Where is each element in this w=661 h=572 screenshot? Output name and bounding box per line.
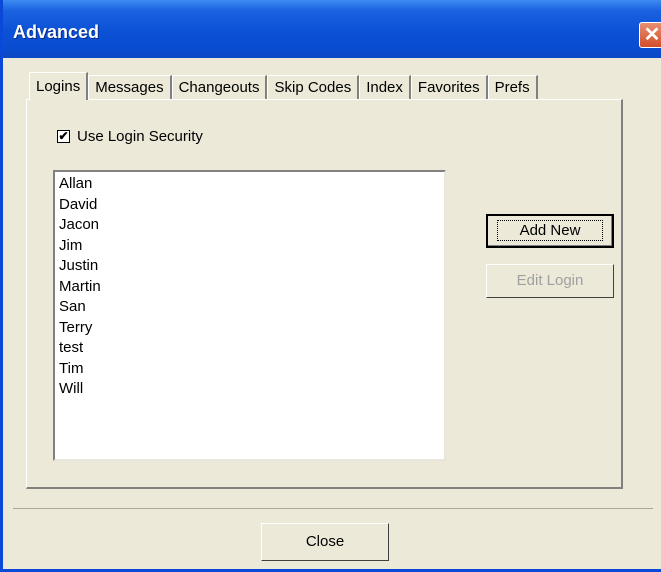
logins-panel: ✔ Use Login Security Allan David Jacon J…: [26, 99, 623, 489]
tab-prefs[interactable]: Prefs: [487, 75, 538, 99]
list-item[interactable]: Justin: [59, 256, 444, 277]
add-new-label: Add New: [496, 220, 604, 241]
window-title: Advanced: [13, 22, 100, 42]
use-login-security-label[interactable]: Use Login Security: [77, 128, 203, 145]
use-login-security-row[interactable]: ✔ Use Login Security: [57, 128, 203, 145]
tab-skip-codes[interactable]: Skip Codes: [267, 75, 360, 99]
close-window-icon[interactable]: ✕: [639, 22, 661, 48]
list-item[interactable]: David: [59, 195, 444, 216]
tab-changeouts[interactable]: Changeouts: [171, 75, 268, 99]
list-item[interactable]: Will: [59, 379, 444, 400]
list-item[interactable]: Allan: [59, 174, 444, 195]
logins-listbox[interactable]: Allan David Jacon Jim Justin Martin San …: [53, 170, 446, 461]
add-new-button[interactable]: Add New: [486, 214, 614, 248]
footer-separator: [13, 508, 653, 509]
list-item[interactable]: Jacon: [59, 215, 444, 236]
list-item[interactable]: test: [59, 338, 444, 359]
list-item[interactable]: Jim: [59, 236, 444, 257]
edit-login-button[interactable]: Edit Login: [486, 264, 614, 298]
list-item[interactable]: Martin: [59, 277, 444, 298]
close-button[interactable]: Close: [261, 523, 389, 561]
advanced-dialog: Advanced ✕ Logins Messages Changeouts Sk…: [0, 0, 661, 572]
list-item[interactable]: San: [59, 297, 444, 318]
dialog-body: Logins Messages Changeouts Skip Codes In…: [3, 58, 661, 569]
tab-logins[interactable]: Logins: [29, 72, 89, 100]
list-item[interactable]: Terry: [59, 318, 444, 339]
tab-strip: Logins Messages Changeouts Skip Codes In…: [29, 72, 538, 100]
tab-favorites[interactable]: Favorites: [410, 75, 488, 99]
list-item[interactable]: Tim: [59, 359, 444, 380]
tab-messages[interactable]: Messages: [88, 75, 172, 99]
tab-index[interactable]: Index: [359, 75, 411, 99]
use-login-security-checkbox[interactable]: ✔: [57, 130, 70, 143]
title-bar[interactable]: Advanced ✕: [3, 0, 661, 58]
